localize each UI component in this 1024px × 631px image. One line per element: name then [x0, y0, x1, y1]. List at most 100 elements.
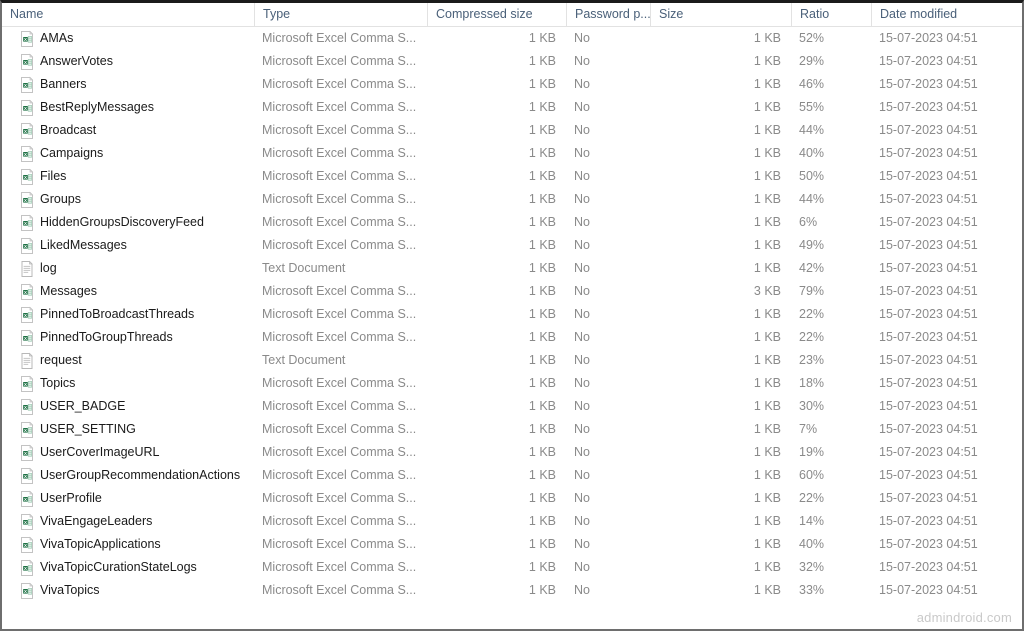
table-row[interactable]: X VivaTopics Microsoft Excel Comma S... 1 K… — [2, 579, 1022, 602]
cell-password-protected: No — [574, 491, 590, 505]
cell-password-protected: No — [574, 77, 590, 91]
cell-password-protected: No — [574, 192, 590, 206]
cell-file-name: USER_SETTING — [40, 422, 136, 436]
table-row[interactable]: X AnswerVotes Microsoft Excel Comma S... 1 … — [2, 50, 1022, 73]
cell-size: 1 KB — [753, 514, 781, 528]
cell-password-protected: No — [574, 100, 590, 114]
table-row[interactable]: X UserCoverImageURL Microsoft Excel Comma … — [2, 441, 1022, 464]
cell-compressed-size: 1 KB — [528, 422, 556, 436]
cell-compressed-size: 1 KB — [528, 445, 556, 459]
cell-file-type: Microsoft Excel Comma S... — [262, 583, 417, 597]
cell-file-name: Groups — [40, 192, 81, 206]
column-header-size[interactable]: Size — [650, 3, 791, 26]
cell-file-name: PinnedToBroadcastThreads — [40, 307, 195, 321]
cell-size: 1 KB — [753, 376, 781, 390]
column-header-name[interactable]: Name — [2, 3, 254, 26]
cell-file-type: Microsoft Excel Comma S... — [262, 100, 417, 114]
cell-size: 1 KB — [753, 560, 781, 574]
table-row[interactable]: X BestReplyMessages Microsoft Excel Comma … — [2, 96, 1022, 119]
cell-date-modified: 15-07-2023 04:51 — [879, 560, 978, 574]
cell-date-modified: 15-07-2023 04:51 — [879, 123, 978, 137]
cell-size: 1 KB — [753, 169, 781, 183]
table-row[interactable]: log Text Document 1 KB No 1 KB 42% 15-07-2023 … — [2, 257, 1022, 280]
table-row[interactable]: X Messages Microsoft Excel Comma S... 1 KB N… — [2, 280, 1022, 303]
cell-date-modified: 15-07-2023 04:51 — [879, 238, 978, 252]
table-row[interactable]: X VivaTopicCurationStateLogs Microsoft Exc… — [2, 556, 1022, 579]
cell-password-protected: No — [574, 215, 590, 229]
cell-date-modified: 15-07-2023 04:51 — [879, 330, 978, 344]
cell-compressed-size: 1 KB — [528, 77, 556, 91]
cell-compressed-size: 1 KB — [528, 468, 556, 482]
cell-date-modified: 15-07-2023 04:51 — [879, 422, 978, 436]
table-row[interactable]: X Campaigns Microsoft Excel Comma S... 1 KB… — [2, 142, 1022, 165]
table-row[interactable]: X USER_SETTING Microsoft Excel Comma S... 1… — [2, 418, 1022, 441]
cell-ratio: 18% — [799, 376, 825, 390]
cell-size: 1 KB — [753, 238, 781, 252]
cell-size: 1 KB — [753, 583, 781, 597]
cell-size: 1 KB — [753, 31, 781, 45]
cell-date-modified: 15-07-2023 04:51 — [879, 376, 978, 390]
cell-size: 1 KB — [753, 123, 781, 137]
cell-ratio: 49% — [799, 238, 825, 252]
table-row[interactable]: X AMAs Microsoft Excel Comma S... 1 KB No 1 K… — [2, 27, 1022, 50]
cell-ratio: 29% — [799, 54, 825, 68]
cell-size: 1 KB — [753, 353, 781, 367]
cell-ratio: 33% — [799, 583, 825, 597]
cell-compressed-size: 1 KB — [528, 54, 556, 68]
cell-compressed-size: 1 KB — [528, 146, 556, 160]
cell-file-type: Microsoft Excel Comma S... — [262, 31, 417, 45]
cell-password-protected: No — [574, 146, 590, 160]
table-row[interactable]: X Banners Microsoft Excel Comma S... 1 KB No… — [2, 73, 1022, 96]
cell-date-modified: 15-07-2023 04:51 — [879, 468, 978, 482]
table-row[interactable]: X Groups Microsoft Excel Comma S... 1 KB No 1… — [2, 188, 1022, 211]
table-row[interactable]: X VivaTopicApplications Microsoft Excel Co… — [2, 533, 1022, 556]
cell-password-protected: No — [574, 537, 590, 551]
cell-password-protected: No — [574, 284, 590, 298]
cell-password-protected: No — [574, 169, 590, 183]
table-row[interactable]: X Broadcast Microsoft Excel Comma S... 1 KB… — [2, 119, 1022, 142]
table-row[interactable]: X PinnedToBroadcastThreads Microsoft Excel… — [2, 303, 1022, 326]
column-header-password[interactable]: Password p... — [566, 3, 650, 26]
column-header-date[interactable]: Date modified — [871, 3, 1022, 26]
column-header-ratio[interactable]: Ratio — [791, 3, 871, 26]
cell-file-type: Microsoft Excel Comma S... — [262, 376, 417, 390]
cell-file-name: USER_BADGE — [40, 399, 126, 413]
cell-password-protected: No — [574, 353, 590, 367]
cell-file-type: Text Document — [262, 353, 346, 367]
cell-size: 1 KB — [753, 77, 781, 91]
cell-size: 1 KB — [753, 330, 781, 344]
column-header-type[interactable]: Type — [254, 3, 427, 26]
table-row[interactable]: X LikedMessages Microsoft Excel Comma S...… — [2, 234, 1022, 257]
cell-date-modified: 15-07-2023 04:51 — [879, 169, 978, 183]
table-row[interactable]: X UserGroupRecommendationActions Microsoft… — [2, 464, 1022, 487]
file-list: X AMAs Microsoft Excel Comma S... 1 KB No 1 K… — [2, 27, 1022, 602]
table-row[interactable]: X PinnedToGroupThreads Microsoft Excel Com… — [2, 326, 1022, 349]
cell-file-type: Microsoft Excel Comma S... — [262, 192, 417, 206]
cell-file-name: AMAs — [40, 31, 74, 45]
cell-ratio: 44% — [799, 123, 825, 137]
cell-ratio: 6% — [799, 215, 818, 229]
table-row[interactable]: request Text Document 1 KB No 1 KB 23% 15-07-2… — [2, 349, 1022, 372]
table-row[interactable]: X UserProfile Microsoft Excel Comma S... 1 … — [2, 487, 1022, 510]
cell-date-modified: 15-07-2023 04:51 — [879, 399, 978, 413]
cell-file-type: Microsoft Excel Comma S... — [262, 169, 417, 183]
table-row[interactable]: X Topics Microsoft Excel Comma S... 1 KB No 1… — [2, 372, 1022, 395]
table-row[interactable]: X VivaEngageLeaders Microsoft Excel Comma … — [2, 510, 1022, 533]
cell-compressed-size: 1 KB — [528, 514, 556, 528]
cell-size: 1 KB — [753, 100, 781, 114]
cell-compressed-size: 1 KB — [528, 100, 556, 114]
cell-file-name: AnswerVotes — [40, 54, 113, 68]
cell-file-name: UserGroupRecommendationActions — [40, 468, 241, 482]
table-row[interactable]: X HiddenGroupsDiscoveryFeed Microsoft Exce… — [2, 211, 1022, 234]
cell-size: 3 KB — [753, 284, 781, 298]
table-row[interactable]: X Files Microsoft Excel Comma S... 1 KB No 1 … — [2, 165, 1022, 188]
cell-ratio: 22% — [799, 307, 825, 321]
cell-file-name: log — [40, 261, 57, 275]
cell-file-name: Broadcast — [40, 123, 97, 137]
column-header-csize[interactable]: Compressed size — [427, 3, 566, 26]
table-row[interactable]: X USER_BADGE Microsoft Excel Comma S... 1 K… — [2, 395, 1022, 418]
cell-file-name: HiddenGroupsDiscoveryFeed — [40, 215, 204, 229]
cell-file-type: Microsoft Excel Comma S... — [262, 54, 417, 68]
cell-file-type: Microsoft Excel Comma S... — [262, 560, 417, 574]
cell-ratio: 19% — [799, 445, 825, 459]
